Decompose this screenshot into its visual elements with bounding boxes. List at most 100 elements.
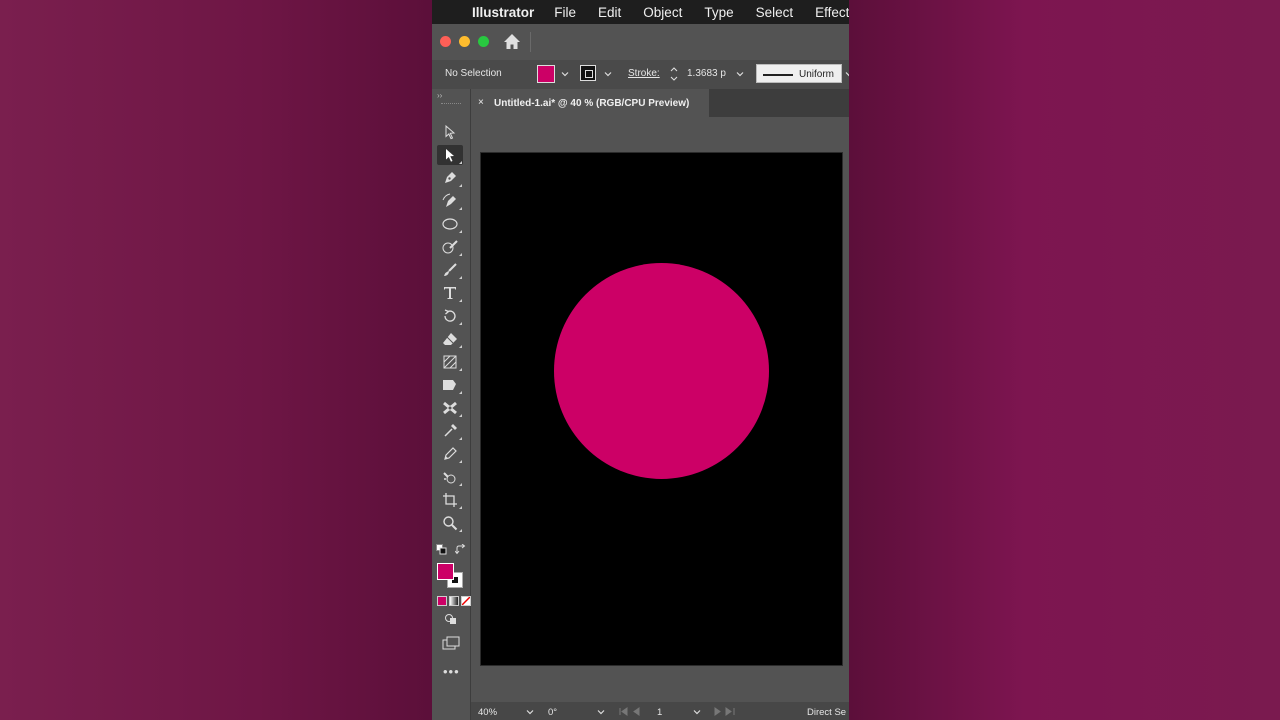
fill-color-swatch[interactable] [537,65,555,83]
menu-bar: Illustrator File Edit Object Type Select… [432,0,849,24]
stroke-label[interactable]: Stroke: [628,68,660,79]
minimize-window-button[interactable] [459,36,470,47]
menu-select[interactable]: Select [756,5,794,20]
panel-grip[interactable] [441,103,461,106]
paintbrush-tool[interactable] [437,260,463,280]
tools-panel: ›› ••• [432,89,471,720]
home-icon[interactable] [502,32,522,52]
tool-group-corner [459,437,462,440]
app-menu[interactable]: Illustrator [472,5,534,20]
artboard-dropdown-chevron-icon[interactable] [693,708,701,716]
tool-group-corner [459,207,462,210]
shaper-tool[interactable] [437,237,463,257]
zoom-tool[interactable] [437,513,463,533]
tool-group-corner [459,345,462,348]
tool-group-corner [459,299,462,302]
shape-builder-tool[interactable] [437,375,463,395]
menu-edit[interactable]: Edit [598,5,621,20]
artboard[interactable] [480,152,843,666]
menu-object[interactable]: Object [643,5,682,20]
tool-group-corner [459,184,462,187]
profile-chevron-icon[interactable] [845,70,849,78]
direct-selection-tool[interactable] [437,145,463,165]
tool-group-corner [459,506,462,509]
symbol-sprayer-icon [443,472,456,484]
first-prev-artboard-icon[interactable] [619,707,643,716]
menu-effect[interactable]: Effect [815,5,849,20]
artboard-tool[interactable] [437,490,463,510]
current-tool-label: Direct Se [807,707,847,718]
canvas-area[interactable] [471,117,849,702]
paintbrush-icon [444,263,457,276]
pen-icon [445,172,456,183]
tool-group-corner [459,460,462,463]
tool-group-corner [459,391,462,394]
eyedropper-tool[interactable] [437,421,463,441]
close-window-button[interactable] [440,36,451,47]
collapse-panel-icon[interactable]: ›› [437,91,442,100]
stroke-weight-field[interactable]: 1.3683 p [687,68,726,79]
curvature-tool[interactable] [437,191,463,211]
edit-toolbar-more-icon[interactable]: ••• [443,664,460,679]
document-tab[interactable]: × Untitled-1.ai* @ 40 % (RGB/CPU Preview… [471,89,709,117]
screen-mode-icon[interactable] [442,636,460,650]
selection-status: No Selection [445,68,502,79]
profile-label: Uniform [799,69,835,80]
menu-file[interactable]: File [554,5,576,20]
live-paint-tool[interactable] [437,444,463,464]
direct-selection-arrow-icon [446,149,454,162]
fill-dropdown-chevron-icon[interactable] [561,70,569,78]
rotation-field[interactable]: 0° [548,707,557,718]
zoom-dropdown-chevron-icon[interactable] [526,708,534,716]
titlebar-divider [530,32,531,52]
curvature-pen-icon [442,193,456,207]
variable-width-profile-dropdown[interactable]: Uniform [756,64,842,83]
tool-group-corner [459,253,462,256]
tool-group-corner [459,368,462,371]
rotate-icon [444,309,456,322]
drawing-mode-icon[interactable] [444,613,458,625]
symbol-sprayer-tool[interactable] [437,467,463,487]
next-last-artboard-icon[interactable] [711,707,735,716]
zoom-level-field[interactable]: 40% [478,707,497,718]
selection-tool[interactable] [437,122,463,142]
shape-builder-icon [443,380,456,390]
artboard-number-field[interactable]: 1 [657,707,662,718]
tool-group-corner [459,483,462,486]
color-mode-button[interactable] [437,596,447,606]
tool-group-corner [459,322,462,325]
eraser-tool[interactable] [437,329,463,349]
live-paint-bucket-icon [444,447,457,460]
close-tab-icon[interactable]: × [478,97,484,108]
ellipse-icon [442,218,458,230]
menu-type[interactable]: Type [704,5,733,20]
stroke-weight-chevron-icon[interactable] [736,70,744,78]
document-tab-title: Untitled-1.ai* @ 40 % (RGB/CPU Preview) [494,98,690,109]
swap-colors-icon[interactable] [455,544,466,555]
free-transform-tool[interactable] [437,352,463,372]
tool-group-corner [459,230,462,233]
document-tab-bar: × Untitled-1.ai* @ 40 % (RGB/CPU Preview… [471,89,849,117]
puppet-warp-icon [443,401,457,415]
default-colors-icon[interactable] [436,544,447,555]
free-transform-icon [443,355,457,369]
fill-color-box[interactable] [437,563,454,580]
eraser-icon [443,333,457,345]
none-mode-button[interactable] [461,596,471,606]
stroke-weight-stepper-icon[interactable] [669,65,679,83]
gradient-mode-button[interactable] [449,596,459,606]
rotation-dropdown-chevron-icon[interactable] [597,708,605,716]
type-t-icon [444,287,456,299]
status-bar: 40% 0° 1 Direct Se [471,702,849,720]
stroke-dropdown-chevron-icon[interactable] [604,70,612,78]
fullscreen-window-button[interactable] [478,36,489,47]
type-tool[interactable] [437,283,463,303]
puppet-warp-tool[interactable] [437,398,463,418]
magnifier-icon [443,516,458,531]
pen-tool[interactable] [437,168,463,188]
stroke-color-swatch[interactable] [580,65,596,81]
rotate-tool[interactable] [437,306,463,326]
pink-circle[interactable] [554,263,769,479]
eyedropper-icon [444,424,457,437]
ellipse-tool[interactable] [437,214,463,234]
